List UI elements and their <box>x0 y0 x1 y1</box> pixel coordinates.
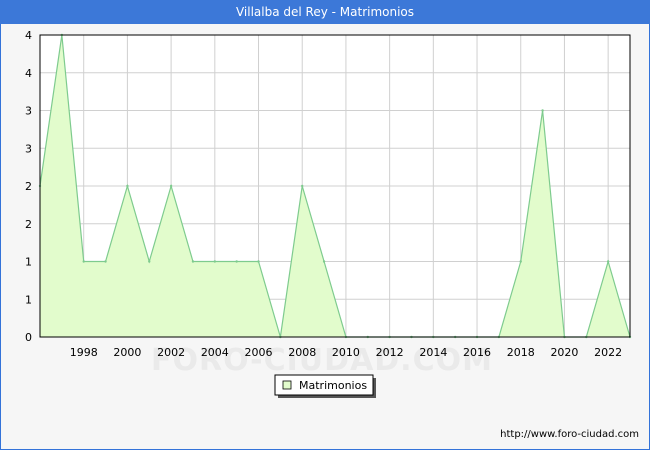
data-point <box>606 260 610 263</box>
y-tick-label: 0 <box>25 331 32 344</box>
data-point <box>322 260 326 263</box>
y-tick-label: 2 <box>25 180 32 193</box>
data-point <box>82 260 85 263</box>
data-point <box>126 184 129 188</box>
x-tick-label: 2018 <box>507 346 535 359</box>
x-tick-label: 1998 <box>70 346 98 359</box>
x-tick-label: 2016 <box>463 346 491 359</box>
data-point <box>301 184 304 188</box>
data-point <box>191 260 195 263</box>
x-tick-label: 2008 <box>288 346 316 359</box>
data-point <box>104 260 107 263</box>
y-tick-label: 4 <box>25 67 32 80</box>
data-point <box>235 260 238 263</box>
y-tick-label: 4 <box>25 29 32 42</box>
x-tick-label: 2012 <box>376 346 404 359</box>
x-tick-label: 2020 <box>550 346 578 359</box>
y-tick-label: 1 <box>25 293 32 306</box>
data-point <box>213 260 217 263</box>
chart-area: FORO-CIUDAD.COM 1998 2000 2002 2004 2006 2008… <box>25 29 632 398</box>
y-tick-label: 1 <box>25 256 32 269</box>
data-point <box>169 184 173 188</box>
data-point <box>519 260 522 263</box>
data-point <box>257 260 260 263</box>
x-tick-label: 2002 <box>157 346 185 359</box>
legend: Matrimonios <box>274 374 376 398</box>
x-tick-label: 2006 <box>245 346 273 359</box>
data-point <box>148 260 151 263</box>
x-tick-label: 2000 <box>113 346 141 359</box>
legend-label: Matrimonios <box>299 379 367 392</box>
data-point <box>541 109 544 112</box>
legend-swatch <box>282 380 292 390</box>
x-tick-label: 2004 <box>201 346 229 359</box>
y-tick-label: 3 <box>25 142 32 155</box>
x-tick-label: 2010 <box>332 346 360 359</box>
y-tick-label: 3 <box>25 105 32 118</box>
y-tick-label: 2 <box>25 218 32 231</box>
x-tick-label: 2014 <box>419 346 447 359</box>
chart-title: Villalba del Rey - Matrimonios <box>0 0 650 24</box>
x-tick-label: 2022 <box>594 346 622 359</box>
source-link[interactable]: http://www.foro-ciudad.com <box>500 429 639 440</box>
y-axis-ticks: 0 1 1 2 2 3 3 4 4 <box>25 29 32 344</box>
